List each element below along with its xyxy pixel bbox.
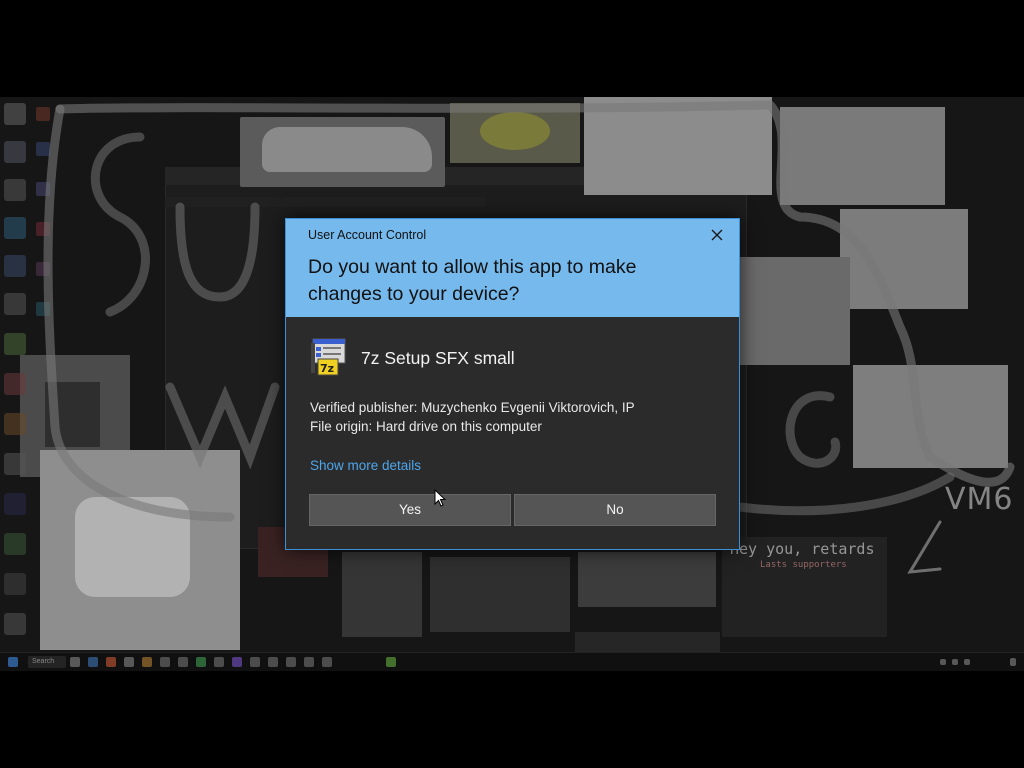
taskbar-app-icon[interactable] (232, 657, 242, 667)
uac-header: User Account Control Do you want to allo… (286, 219, 739, 317)
svg-text:7z: 7z (320, 362, 334, 375)
app-name: 7z Setup SFX small (361, 348, 515, 368)
app-installer-icon: 7z (310, 337, 348, 377)
show-more-details-link[interactable]: Show more details (310, 458, 421, 473)
taskbar-search-box[interactable]: Search (28, 656, 66, 668)
taskbar-app-icon[interactable] (322, 657, 332, 667)
taskbar-app-icon[interactable] (160, 657, 170, 667)
taskbar-app-icon[interactable] (70, 657, 80, 667)
notification-icon[interactable] (1010, 658, 1016, 666)
taskbar-app-icon[interactable] (196, 657, 206, 667)
mouse-cursor-icon (434, 489, 446, 507)
publisher-text: Verified publisher: Muzychenko Evgenii V… (310, 400, 635, 415)
tray-icon[interactable] (964, 659, 970, 665)
taskbar-app-icon[interactable] (142, 657, 152, 667)
taskbar-app-icon[interactable] (268, 657, 278, 667)
taskbar-app-icon[interactable] (106, 657, 116, 667)
no-button[interactable]: No (514, 494, 716, 526)
taskbar-app-icon[interactable] (250, 657, 260, 667)
windows-start-icon[interactable] (8, 657, 18, 667)
uac-dialog: User Account Control Do you want to allo… (285, 218, 740, 550)
overlay-vm-label: VM6 (945, 482, 1014, 517)
taskbar-app-icon[interactable] (214, 657, 224, 667)
taskbar-app-icon[interactable] (386, 657, 396, 667)
tray-icon[interactable] (940, 659, 946, 665)
taskbar-app-icon[interactable] (286, 657, 296, 667)
close-icon (711, 229, 723, 241)
dialog-question: Do you want to allow this app to make ch… (308, 256, 637, 305)
supporters-text: Lasts supporters (760, 560, 847, 570)
taskbar-app-icon[interactable] (304, 657, 314, 667)
yes-button[interactable]: Yes (309, 494, 511, 526)
dialog-caption: User Account Control (308, 228, 427, 242)
taskbar-app-icon[interactable] (124, 657, 134, 667)
taskbar-app-icon[interactable] (178, 657, 188, 667)
file-origin-text: File origin: Hard drive on this computer (310, 419, 542, 434)
tray-icon[interactable] (952, 659, 958, 665)
close-icon[interactable] (707, 225, 727, 245)
taskbar: Search (0, 652, 1024, 671)
taskbar-app-icon[interactable] (88, 657, 98, 667)
stream-banner-text: Hey you, retards (730, 540, 875, 558)
